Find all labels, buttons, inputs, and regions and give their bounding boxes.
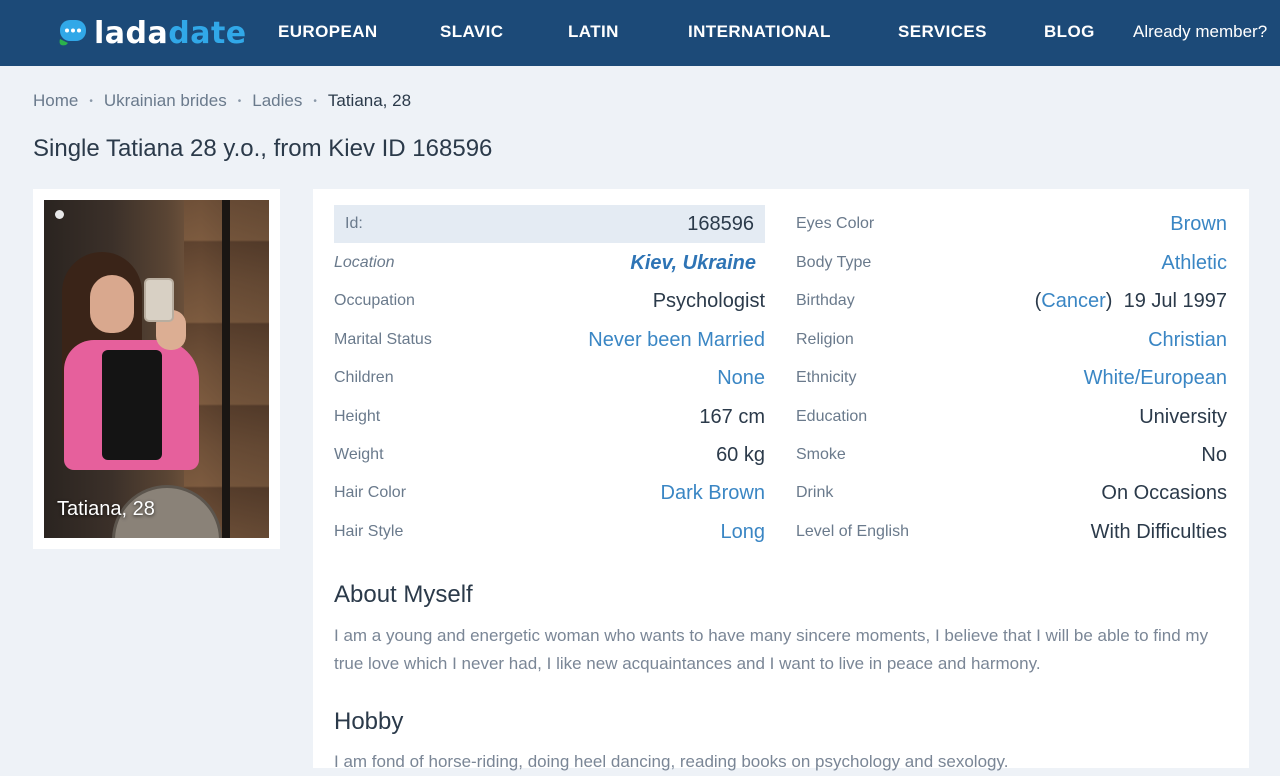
- field-value: University: [1139, 405, 1227, 428]
- nav-latin[interactable]: LATIN: [568, 22, 619, 42]
- breadcrumb-home[interactable]: Home: [33, 91, 78, 111]
- profile-field-hair-color: Hair Color Dark Brown: [334, 474, 765, 512]
- field-label: Birthday: [796, 292, 855, 309]
- profile-field-children: Children None: [334, 359, 765, 397]
- field-label: Eyes Color: [796, 215, 875, 232]
- nav-blog[interactable]: BLOG: [1044, 22, 1095, 42]
- about-myself-heading: About Myself: [334, 581, 473, 608]
- logo-text-date: date: [168, 15, 247, 51]
- field-label: Hair Color: [334, 484, 407, 501]
- site-logo[interactable]: ladadate: [56, 14, 247, 52]
- field-label: Smoke: [796, 446, 846, 463]
- profile-field-eyes-color: Eyes Color Brown: [796, 205, 1227, 243]
- logo-text-lada: lada: [94, 15, 169, 51]
- chat-bubble-logo-icon: [56, 17, 88, 49]
- field-label: Education: [796, 408, 868, 425]
- location-link[interactable]: Kiev, Ukraine: [630, 252, 756, 275]
- breadcrumb: Home • Ukrainian brides • Ladies • Tatia…: [33, 91, 411, 111]
- field-value: With Difficulties: [1090, 520, 1227, 543]
- birthday-date: 19 Jul 1997: [1123, 289, 1227, 312]
- breadcrumb-ukrainian-brides[interactable]: Ukrainian brides: [104, 91, 227, 111]
- field-value: 60 kg: [716, 443, 765, 466]
- profile-field-body-type: Body Type Athletic: [796, 244, 1227, 282]
- photo-caption: Tatiana, 28: [57, 498, 155, 520]
- breadcrumb-ladies[interactable]: Ladies: [252, 91, 302, 111]
- photo-top: [102, 350, 162, 460]
- profile-field-smoke: Smoke No: [796, 436, 1227, 474]
- field-label: Occupation: [334, 292, 415, 309]
- field-value: No: [1201, 443, 1227, 466]
- photo-mirror-edge: [222, 200, 230, 538]
- profile-field-drink: Drink On Occasions: [796, 474, 1227, 512]
- hobby-text: I am fond of horse-riding, doing heel da…: [334, 752, 1009, 771]
- field-label: Body Type: [796, 254, 872, 271]
- ethnicity-link[interactable]: White/European: [1084, 367, 1227, 390]
- breadcrumb-separator: •: [89, 95, 93, 107]
- breadcrumb-current: Tatiana, 28: [327, 91, 412, 110]
- profile-field-birthday: Birthday (Cancer) 19 Jul 1997: [796, 282, 1227, 320]
- field-value: 168596: [687, 212, 754, 235]
- field-label: Height: [334, 408, 381, 425]
- field-value: On Occasions: [1101, 481, 1227, 504]
- nav-european[interactable]: EUROPEAN: [278, 22, 378, 42]
- profile-photo[interactable]: Tatiana, 28: [44, 200, 269, 538]
- profile-field-ethnicity: Ethnicity White/European: [796, 359, 1227, 397]
- field-label: Drink: [796, 484, 834, 501]
- marital-status-link[interactable]: Never been Married: [588, 329, 765, 352]
- field-label: Hair Style: [334, 523, 404, 540]
- field-label: Weight: [334, 446, 384, 463]
- religion-link[interactable]: Christian: [1148, 329, 1227, 352]
- page-title: Single Tatiana 28 y.o., from Kiev ID 168…: [33, 135, 493, 162]
- photo-indicator-dot-icon: [55, 210, 64, 219]
- field-value: Psychologist: [652, 289, 765, 312]
- zodiac-link[interactable]: Cancer: [1041, 290, 1105, 312]
- field-label: Religion: [796, 331, 854, 348]
- profile-field-weight: Weight 60 kg: [334, 436, 765, 474]
- profile-field-hair-style: Hair Style Long: [334, 513, 765, 551]
- profile-field-education: Education University: [796, 398, 1227, 436]
- eyes-color-link[interactable]: Brown: [1170, 213, 1227, 236]
- hobby-heading: Hobby: [334, 708, 404, 735]
- top-navigation-bar: ladadate EUROPEAN SLAVIC LATIN INTERNATI…: [0, 0, 1280, 66]
- profile-photo-card[interactable]: Tatiana, 28: [33, 189, 280, 549]
- breadcrumb-separator: •: [237, 95, 242, 107]
- hair-style-link[interactable]: Long: [721, 521, 766, 544]
- field-value: 167 cm: [699, 405, 765, 428]
- hair-color-link[interactable]: Dark Brown: [661, 482, 765, 505]
- nav-slavic[interactable]: SLAVIC: [440, 22, 503, 42]
- breadcrumb-separator: •: [313, 95, 317, 107]
- profile-field-location: Location Kiev, Ukraine: [334, 244, 765, 282]
- nav-services[interactable]: SERVICES: [898, 22, 987, 42]
- photo-face: [90, 275, 134, 333]
- nav-international[interactable]: INTERNATIONAL: [688, 22, 831, 42]
- field-label: Location: [334, 254, 395, 271]
- field-label: Id:: [345, 215, 363, 232]
- profile-field-occupation: Occupation Psychologist: [334, 282, 765, 320]
- photo-phone: [144, 278, 174, 322]
- profile-field-religion: Religion Christian: [796, 321, 1227, 359]
- zodiac-paren-close: ): [1105, 289, 1113, 312]
- profile-info-card: Id: 168596 Location Kiev, Ukraine Occupa…: [313, 189, 1249, 771]
- body-type-link[interactable]: Athletic: [1161, 252, 1227, 275]
- field-label: Children: [334, 369, 394, 386]
- field-label: Ethnicity: [796, 369, 857, 386]
- children-link[interactable]: None: [717, 367, 765, 390]
- field-label: Level of English: [796, 523, 909, 540]
- profile-field-id: Id: 168596: [334, 205, 765, 243]
- about-myself-text: I am a young and energetic woman who wan…: [334, 626, 1209, 673]
- profile-field-level-of-english: Level of English With Difficulties: [796, 513, 1227, 551]
- profile-field-marital-status: Marital Status Never been Married: [334, 321, 765, 359]
- already-member-link[interactable]: Already member?: [1133, 22, 1267, 42]
- field-label: Marital Status: [334, 331, 432, 348]
- profile-field-height: Height 167 cm: [334, 398, 765, 436]
- birthday-value: (Cancer) 19 Jul 1997: [1035, 290, 1227, 313]
